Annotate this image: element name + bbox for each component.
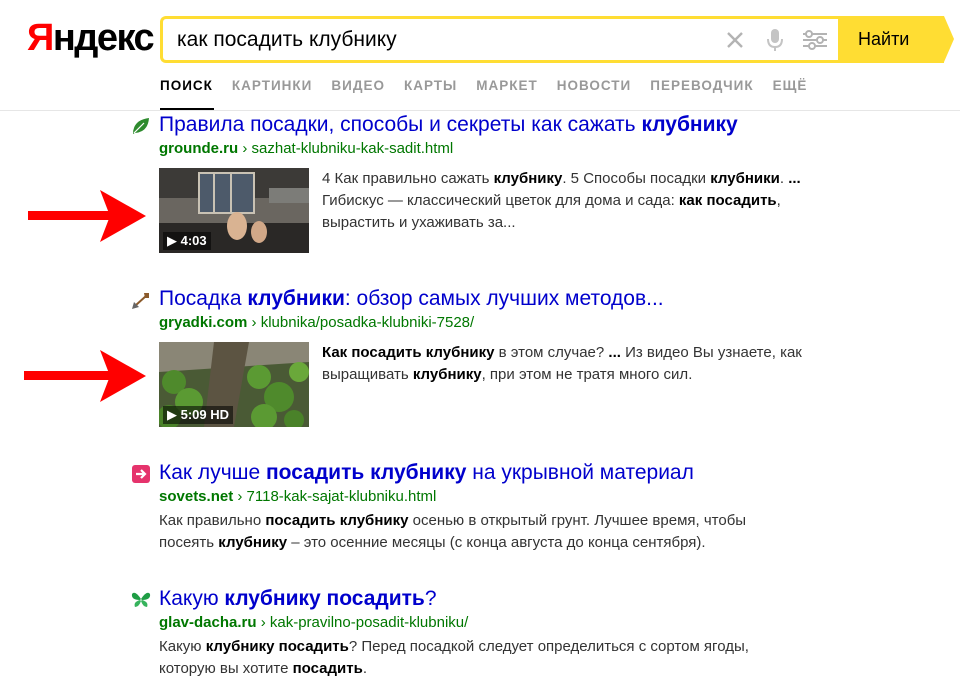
- yandex-logo[interactable]: Яндекс: [27, 14, 155, 62]
- clear-icon[interactable]: [722, 27, 748, 53]
- settings-sliders-icon[interactable]: [802, 27, 828, 53]
- search-result: Посадка клубники: обзор самых лучших мет…: [131, 286, 831, 431]
- butterfly-icon: [131, 590, 151, 610]
- tab-market[interactable]: МАРКЕТ: [476, 78, 538, 93]
- result-snippet: Какую клубнику посадить? Перед посадкой …: [159, 638, 749, 677]
- shovel-icon: [131, 290, 151, 310]
- search-result: Какую клубнику посадить? glav-dacha.ru ›…: [131, 586, 831, 681]
- microphone-icon[interactable]: [762, 27, 788, 53]
- red-arrow-annotation: [28, 190, 146, 242]
- result-url[interactable]: glav-dacha.ru › kak-pravilno-posadit-klu…: [159, 614, 468, 631]
- result-title[interactable]: Как лучше посадить клубнику на укрывной …: [159, 460, 694, 486]
- result-title[interactable]: Какую клубнику посадить?: [159, 586, 437, 612]
- result-title[interactable]: Правила посадки, способы и секреты как с…: [159, 112, 738, 138]
- video-thumbnail[interactable]: ▶ 4:03: [159, 168, 309, 253]
- result-title[interactable]: Посадка клубники: обзор самых лучших мет…: [159, 286, 664, 312]
- tab-search[interactable]: ПОИСК: [160, 78, 213, 93]
- navigation-tabs: ПОИСК КАРТИНКИ ВИДЕО КАРТЫ МАРКЕТ НОВОСТ…: [160, 78, 807, 93]
- search-bar: Найти: [160, 16, 954, 63]
- result-url[interactable]: grounde.ru › sazhat-klubniku-kak-sadit.h…: [159, 140, 453, 157]
- leaf-icon: [131, 116, 151, 136]
- tab-more[interactable]: ЕЩЁ: [773, 78, 808, 93]
- tab-images[interactable]: КАРТИНКИ: [232, 78, 312, 93]
- tab-news[interactable]: НОВОСТИ: [557, 78, 632, 93]
- result-snippet: Как посадить клубнику в этом случае? ...…: [322, 344, 802, 383]
- tab-maps[interactable]: КАРТЫ: [404, 78, 457, 93]
- result-url[interactable]: sovets.net › 7118-kak-sajat-klubniku.htm…: [159, 488, 436, 505]
- result-snippet: 4 Как правильно сажать клубнику. 5 Спосо…: [322, 170, 801, 231]
- search-result: Правила посадки, способы и секреты как с…: [131, 112, 831, 257]
- arrow-square-icon: [131, 464, 151, 484]
- tab-video[interactable]: ВИДЕО: [331, 78, 385, 93]
- result-url[interactable]: gryadki.com › klubnika/posadka-klubniki-…: [159, 314, 474, 331]
- search-result: Как лучше посадить клубнику на укрывной …: [131, 460, 831, 555]
- search-button[interactable]: Найти: [838, 16, 954, 63]
- red-arrow-annotation: [24, 350, 146, 402]
- video-thumbnail[interactable]: ▶ 5:09 HD: [159, 342, 309, 427]
- search-box: [160, 16, 838, 63]
- header-divider: [0, 110, 960, 111]
- search-input[interactable]: [177, 28, 707, 52]
- result-snippet: Как правильно посадить клубнику осенью в…: [159, 512, 747, 551]
- tab-translator[interactable]: ПЕРЕВОДЧИК: [650, 78, 753, 93]
